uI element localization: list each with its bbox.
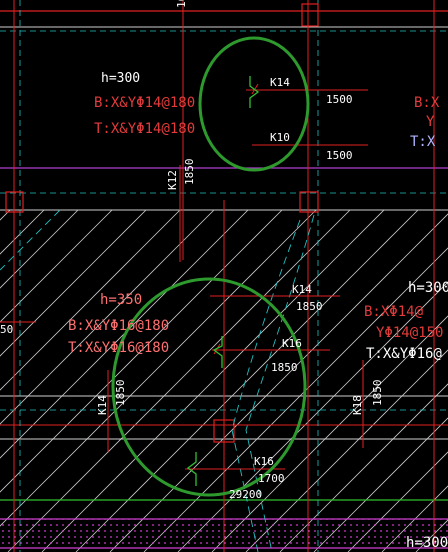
rebar-k18-length: 1850 [371,380,384,407]
slab-bottom-rebar-partial-top: B:X [414,95,440,111]
rebar-k14-length-a: 1500 [326,93,353,106]
skew-dashed-lines [0,209,315,552]
rebar-k14-length-c: 1850 [114,380,127,407]
hatch-line [41,210,385,552]
hatch-line [0,210,181,391]
hatch-line [0,210,147,357]
slab-bottom-rebar-b: B:X&YΦ16@180 [68,318,169,334]
slab-y-rebar-partial-top: Y [426,114,435,130]
slab-top-rebar-a: T:X&YΦ14@180 [94,121,195,137]
cad-drawing-viewport[interactable]: h=300 B:X&YΦ14@180 T:X&YΦ14@180 B:X Y T:… [0,0,448,552]
slab-thickness-partial-bottom: h=300 [406,535,448,551]
rebar-k14-label-a: K14 [270,76,290,89]
rebar-k14-label-c: K14 [96,395,109,415]
hatch-line [0,210,215,425]
hatch-line [415,519,448,552]
slab-thickness-b: h=350 [100,292,142,308]
left-edge-dimension: 50 [0,323,13,336]
rebar-k10-label: K10 [270,131,290,144]
cad-drawing: h=300 B:X&YΦ14@180 T:X&YΦ14@180 B:X Y T:… [0,0,448,552]
wall-dot-hatch [0,519,448,548]
hatch-line [177,281,448,552]
rebar-k14-length-b: 1850 [296,300,323,313]
hatch-line [0,210,249,459]
rebar-k18-label: K18 [351,395,364,415]
rebar-k16-label-b: K16 [254,455,274,468]
slab-thickness-partial-right: h=300 [408,280,448,296]
top-edge-partial-label: 16 [175,0,188,8]
rebar-k14-label-b: K14 [292,283,312,296]
hatch-line [0,210,45,255]
column-markers [5,3,319,443]
slab-bottom-rebar-a: B:X&YΦ14@180 [94,95,195,111]
slab-y-rebar-partial-right: YΦ14@150 [376,325,443,341]
slab-bottom-rebar-partial-right: B:XΦ14@ [364,304,424,320]
rebar-k16-length-b: 1700 [258,472,285,485]
slab-thickness-a: h=300 [101,71,140,86]
rebar-k16-length-a: 1850 [271,361,298,374]
rebar-k12-length: 1850 [183,159,196,186]
slab-top-rebar-b: T:X&YΦ16@180 [68,340,169,356]
rebar-lines [0,0,368,470]
rebar-k10-length: 1500 [326,149,353,162]
slab-top-rebar-partial-top: T:X [410,134,436,150]
hatch-line [7,210,351,552]
rebar-k12-label: K12 [166,170,179,190]
slab-top-rebar-partial-right: T:X&YΦ16@ [366,346,442,362]
rebar-k16-label-a: K16 [282,337,302,350]
dimension-value: 29200 [229,488,262,501]
